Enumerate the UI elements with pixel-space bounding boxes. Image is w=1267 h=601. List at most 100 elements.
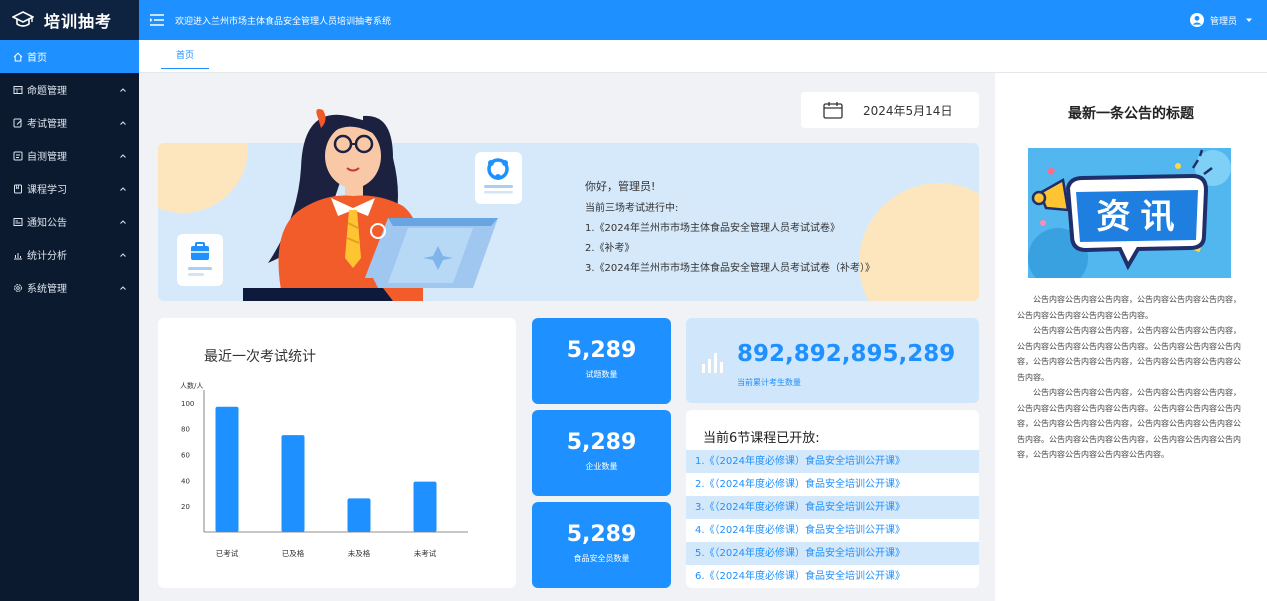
- x-tick-label: 未及格: [348, 548, 371, 558]
- sidebar-item-exam-management[interactable]: 考试管理: [0, 106, 139, 139]
- course-list-title: 当前6节课程已开放:: [703, 431, 820, 446]
- stat-label: 企业数量: [585, 462, 618, 471]
- course-icon: [12, 183, 23, 194]
- bar: [215, 406, 239, 532]
- sidebar-item-system[interactable]: 系统管理: [0, 271, 139, 304]
- user-name: 管理员: [1209, 16, 1237, 27]
- bar-chart-icon: [702, 353, 723, 373]
- announcement-panel: 最新一条公告的标题 资讯 公告内容公告内容公告内容，公告内容公告内容公告内容，公…: [995, 73, 1267, 601]
- exam-stats-chart-card: 最近一次考试统计 人数/人 100 80 60 40 20 已考试 已及格 未及格 未考试: [158, 318, 516, 588]
- exam-item-3: 3.《2024年兰州市市场主体食品安全管理人员考试试卷（补考）》: [585, 263, 875, 274]
- question-bank-icon: [12, 84, 23, 95]
- chevron-up-icon: [120, 219, 126, 224]
- notice-icon: [12, 216, 23, 227]
- x-tick-label: 未考试: [414, 548, 437, 558]
- calendar-icon: [823, 102, 843, 119]
- y-axis-label: 人数/人: [180, 381, 203, 390]
- home-icon: [12, 51, 23, 62]
- sidebar-item-label: 首页: [27, 53, 47, 64]
- sidebar: 培训抽考 首页 命题管理 考试管理 自测管理 课程学习 通知公告 统计分析 系统…: [0, 0, 139, 601]
- settings-icon: [12, 282, 23, 293]
- banner-message: 你好，管理员! 当前三场考试进行中: 1.《2024年兰州市市场主体食品安全管理…: [585, 177, 875, 279]
- toolbox-card: [177, 234, 223, 286]
- bar: [281, 435, 305, 532]
- exam-item-2: 2.《补考》: [585, 243, 635, 254]
- welcome-text: 欢迎进入兰州市场主体食品安全管理人员培训抽考系统: [175, 16, 392, 27]
- exam-edit-icon: [12, 117, 23, 128]
- current-date: 2024年5月14日: [863, 103, 953, 118]
- announcement-content: 公告内容公告内容公告内容，公告内容公告内容公告内容，公告内容公告内容公告内容公告…: [1017, 292, 1241, 463]
- y-tick-label: 60: [181, 452, 190, 460]
- sidebar-item-label: 通知公告: [27, 218, 67, 229]
- x-tick-label: 已及格: [282, 548, 305, 558]
- announcement-image: 资讯: [1028, 148, 1231, 278]
- sidebar-item-self-test[interactable]: 自测管理: [0, 139, 139, 172]
- x-tick-label: 已考试: [216, 548, 239, 558]
- stat-card-questions: 5,289 试题数量: [532, 318, 671, 404]
- stat-label: 食品安全员数量: [573, 554, 630, 563]
- date-card: 2024年5月14日: [801, 92, 979, 128]
- person-laptop-illustration: [243, 109, 498, 301]
- sidebar-item-label: 课程学习: [27, 185, 67, 196]
- header: 欢迎进入兰州市场主体食品安全管理人员培训抽考系统 管理员: [139, 0, 1267, 40]
- announcement-paragraph: 公告内容公告内容公告内容，公告内容公告内容公告内容，公告内容公告内容公告内容公告…: [1017, 388, 1241, 459]
- logo: 培训抽考: [0, 0, 139, 40]
- stat-value: 5,289: [566, 430, 637, 455]
- y-tick-label: 40: [181, 477, 190, 485]
- chevron-up-icon: [120, 153, 126, 158]
- stats-icon: [12, 249, 23, 260]
- caret-down-icon: [1246, 18, 1252, 22]
- total-label: 当前累计考生数量: [737, 378, 801, 387]
- stat-card-safety-officers: 5,289 食品安全员数量: [532, 502, 671, 588]
- course-link-5[interactable]: 5.《（2024年度必修课）食品安全培训公开课》: [686, 542, 979, 565]
- course-link-2[interactable]: 2.《（2024年度必修课）食品安全培训公开课》: [686, 473, 979, 496]
- greeting: 你好，管理员!: [585, 180, 656, 193]
- announcement-paragraph: 公告内容公告内容公告内容，公告内容公告内容公告内容，公告内容公告内容公告内容公告…: [1017, 295, 1241, 320]
- stat-card-companies: 5,289 企业数量: [532, 410, 671, 496]
- course-list: 1.《（2024年度必修课）食品安全培训公开课》 2.《（2024年度必修课）食…: [686, 450, 979, 588]
- total-candidates-card: 892,892,895,289 当前累计考生数量: [686, 318, 979, 403]
- announcement-title[interactable]: 最新一条公告的标题: [995, 103, 1267, 123]
- sidebar-item-label: 命题管理: [27, 86, 67, 97]
- sidebar-item-label: 考试管理: [27, 119, 67, 130]
- total-value: 892,892,895,289: [737, 341, 956, 367]
- y-tick-label: 100: [181, 400, 194, 408]
- stat-value: 5,289: [566, 522, 637, 547]
- sidebar-item-label: 系统管理: [27, 284, 67, 295]
- y-tick-label: 20: [181, 503, 190, 511]
- exam-subtitle: 当前三场考试进行中:: [585, 203, 679, 214]
- logo-text: 培训抽考: [44, 12, 113, 31]
- toolbox-icon: [188, 242, 212, 276]
- bar: [413, 481, 437, 532]
- self-test-icon: [12, 150, 23, 161]
- chevron-up-icon: [120, 252, 126, 257]
- y-tick-label: 80: [181, 426, 190, 434]
- course-link-4[interactable]: 4.《（2024年度必修课）食品安全培训公开课》: [686, 519, 979, 542]
- sidebar-item-question-management[interactable]: 命题管理: [0, 73, 139, 106]
- stat-value: 5,289: [566, 338, 637, 363]
- sidebar-item-notice[interactable]: 通知公告: [0, 205, 139, 238]
- bar-chart: 人数/人 100 80 60 40 20 已考试 已及格 未及格 未考试: [180, 381, 468, 558]
- graduation-cap-icon: [12, 11, 34, 27]
- menu-toggle-icon[interactable]: [149, 13, 165, 27]
- chevron-up-icon: [120, 87, 126, 92]
- tab-home[interactable]: 首页: [161, 40, 209, 69]
- sidebar-item-label: 统计分析: [27, 251, 67, 262]
- bar: [347, 498, 371, 532]
- announcement-paragraph: 公告内容公告内容公告内容，公告内容公告内容公告内容，公告内容公告内容公告内容公告…: [1017, 326, 1241, 382]
- course-link-6[interactable]: 6.《（2024年度必修课）食品安全培训公开课》: [686, 565, 979, 588]
- chevron-up-icon: [120, 285, 126, 290]
- tab-bar: 首页: [139, 40, 1267, 73]
- chevron-up-icon: [120, 120, 126, 125]
- course-link-3[interactable]: 3.《（2024年度必修课）食品安全培训公开课》: [686, 496, 979, 519]
- sidebar-item-home[interactable]: 首页: [0, 40, 139, 73]
- course-list-card: 当前6节课程已开放: 1.《（2024年度必修课）食品安全培训公开课》 2.《（…: [686, 410, 979, 588]
- sidebar-item-statistics[interactable]: 统计分析: [0, 238, 139, 271]
- user-menu[interactable]: 管理员: [1189, 13, 1253, 27]
- stat-label: 试题数量: [585, 370, 618, 379]
- user-avatar-icon: [1189, 13, 1204, 27]
- course-link-1[interactable]: 1.《（2024年度必修课）食品安全培训公开课》: [686, 450, 979, 473]
- announcement-image-text: 资讯: [1096, 197, 1185, 237]
- sidebar-item-label: 自测管理: [27, 152, 67, 163]
- sidebar-item-course[interactable]: 课程学习: [0, 172, 139, 205]
